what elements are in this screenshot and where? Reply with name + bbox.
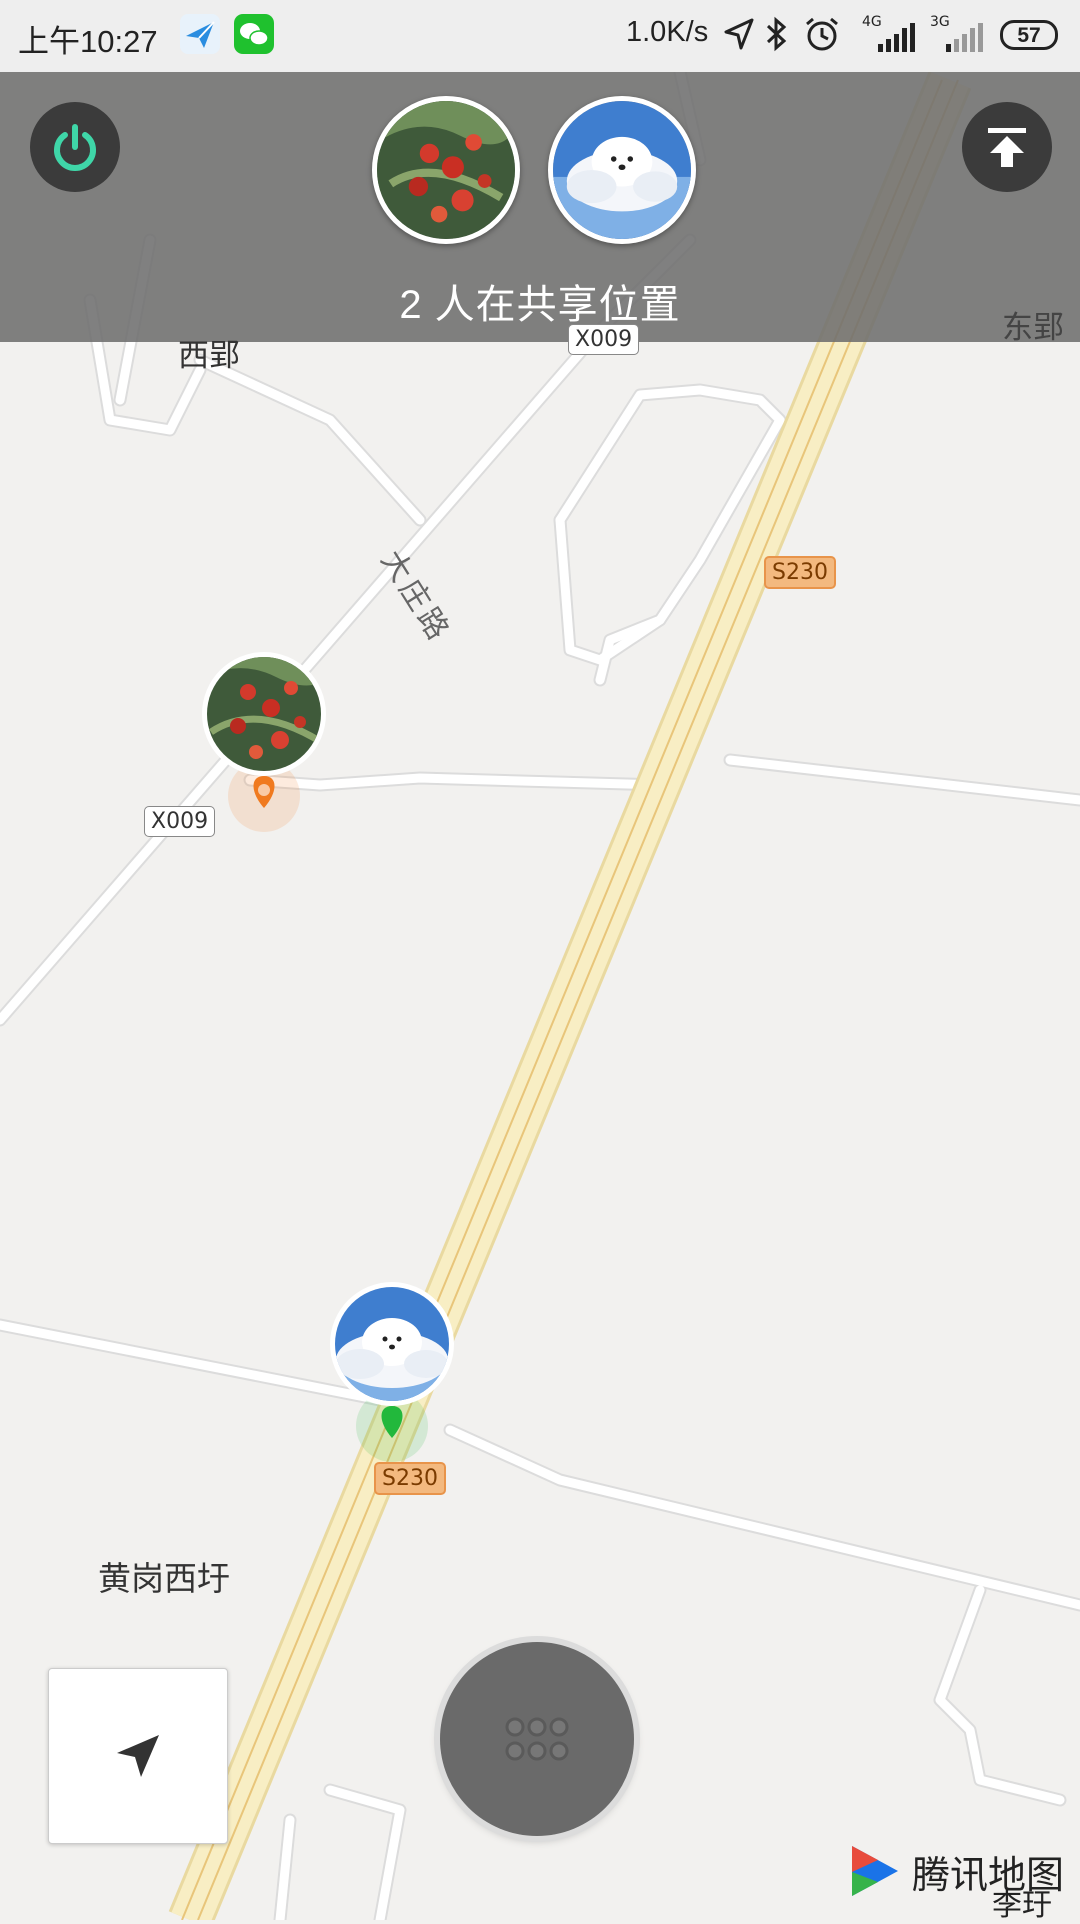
watermark: 李玗 <box>992 1889 1052 1922</box>
participant-avatar-cloud[interactable] <box>548 96 696 244</box>
power-button[interactable] <box>30 102 120 192</box>
collapse-button[interactable] <box>962 102 1052 192</box>
status-bar: 上午10:27 1.0K/s 4G 3G 57 <box>0 0 1080 72</box>
place-label-xiying: 西郢 <box>178 338 240 373</box>
location-marker-strawberry[interactable] <box>196 652 336 832</box>
signal-icon <box>930 22 986 62</box>
my-location-button[interactable] <box>48 1668 228 1844</box>
status-time: 上午10:27 <box>18 24 158 59</box>
location-arrow-icon <box>722 14 756 62</box>
location-marker-cloud[interactable] <box>324 1282 464 1462</box>
menu-button[interactable] <box>440 1642 634 1836</box>
strawberry-avatar <box>377 101 515 239</box>
share-count-text: 2 人在共享位置 <box>399 283 681 327</box>
battery-indicator: 57 <box>1000 20 1058 50</box>
wechat-icon <box>234 14 274 54</box>
road-badge-s230: S230 <box>374 1462 446 1495</box>
alarm-icon <box>802 14 842 62</box>
collapse-up-icon <box>988 128 1026 167</box>
grid-dots-icon <box>505 1717 569 1761</box>
bluetooth-icon <box>764 14 790 62</box>
road-badge-x009-top: X009 <box>568 324 640 355</box>
road-badge-s230-top: S230 <box>764 556 836 589</box>
place-label-dongying: 东郢 <box>1002 310 1064 345</box>
navigation-arrow-icon <box>117 1735 159 1777</box>
signal-icon <box>862 22 918 62</box>
tencent-maps-logo-icon <box>852 1846 898 1896</box>
share-panel: 2 人在共享位置 <box>0 72 1080 342</box>
place-label-huanggang: 黄岗西圩 <box>98 1560 230 1597</box>
cloud-dog-avatar <box>553 101 691 239</box>
participant-avatar-strawberry[interactable] <box>372 96 520 244</box>
send-app-icon <box>180 14 220 54</box>
net-speed: 1.0K/s <box>626 16 709 48</box>
power-icon <box>54 124 96 171</box>
